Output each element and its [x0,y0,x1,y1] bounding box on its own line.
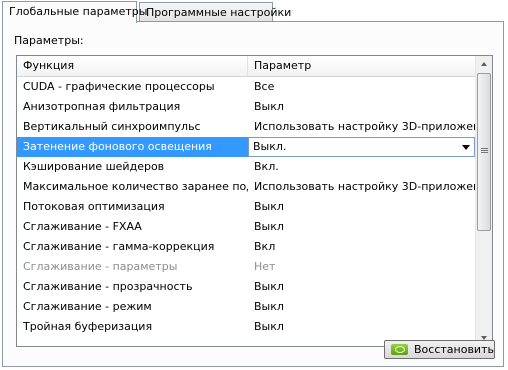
feature-cell: Сглаживание - гамма-коррекция [23,240,215,253]
table-row[interactable]: Максимальное количество заранее под... И… [17,177,475,197]
setting-cell: Выкл [254,200,284,213]
scroll-up-button[interactable] [476,56,492,73]
setting-cell: Выкл [254,100,284,113]
setting-cell: Все [254,80,275,93]
setting-cell: Вкл. [254,160,279,173]
feature-cell: Анизотропная фильтрация [23,100,181,113]
table-row[interactable]: Сглаживание - прозрачность Выкл [17,277,475,297]
setting-cell: Выкл [254,320,284,333]
table-header: Функция Параметр [17,56,475,77]
setting-cell: Выкл [254,220,284,233]
tab-global-settings[interactable]: Глобальные параметры [2,1,147,23]
feature-cell: Максимальное количество заранее под... [23,180,248,193]
feature-cell: Затенение фонового освещения [17,137,248,157]
restore-button[interactable]: Восстановить [384,340,495,359]
params-label: Параметры: [14,34,84,47]
table-row[interactable]: Сглаживание - режим Выкл [17,297,475,317]
setting-dropdown[interactable]: Выкл. [248,137,475,157]
feature-cell: Сглаживание - параметры [23,260,178,273]
setting-cell: Выкл [254,280,284,293]
setting-cell: Использовать настройку 3D-приложения [254,120,475,133]
nvidia-icon [391,344,408,355]
feature-cell: CUDA - графические процессоры [23,80,215,93]
table-row[interactable]: CUDA - графические процессоры Все [17,77,475,97]
feature-cell: Сглаживание - режим [23,300,152,313]
dropdown-arrow-icon[interactable] [462,145,470,150]
tab-program-settings-label: Программные настройки [146,6,292,19]
feature-cell: Вертикальный синхроимпульс [23,120,201,133]
tab-global-settings-label: Глобальные параметры [9,5,148,18]
setting-cell: Выкл [254,300,284,313]
feature-cell: Кэширование шейдеров [23,160,165,173]
table-row[interactable]: Потоковая оптимизация Выкл [17,197,475,217]
column-header-setting[interactable]: Параметр [248,56,475,76]
table-row[interactable]: Анизотропная фильтрация Выкл [17,97,475,117]
settings-table: Функция Параметр CUDA - графические проц… [16,55,493,347]
feature-cell: Потоковая оптимизация [23,200,165,213]
scrollbar-thumb[interactable] [477,73,491,231]
settings-panel: Параметры: Функция Параметр CUDA - графи… [2,21,504,367]
table-row[interactable]: Кэширование шейдеров Вкл. [17,157,475,177]
setting-cell: Вкл [254,240,276,253]
column-header-feature[interactable]: Функция [17,56,248,76]
table-row[interactable]: Сглаживание - гамма-коррекция Вкл [17,237,475,257]
table-row-disabled: Сглаживание - параметры Нет [17,257,475,277]
feature-cell: Сглаживание - прозрачность [23,280,193,293]
setting-cell: Нет [254,260,276,273]
setting-dropdown-value: Выкл. [253,140,287,153]
vertical-scrollbar[interactable] [475,56,492,346]
grip-icon [481,148,488,154]
table-row[interactable]: Тройная буферизация Выкл [17,317,475,337]
setting-cell: Использовать настройку 3D-приложения [254,180,475,193]
feature-cell: Тройная буферизация [23,320,153,333]
feature-cell: Сглаживание - FXAA [23,220,142,233]
arrow-up-icon [481,62,487,66]
table-row-selected[interactable]: Затенение фонового освещения Выкл. [17,137,475,157]
table-row[interactable]: Сглаживание - FXAA Выкл [17,217,475,237]
table-row[interactable]: Вертикальный синхроимпульс Использовать … [17,117,475,137]
restore-button-label: Восстановить [414,343,494,356]
tab-program-settings[interactable]: Программные настройки [139,2,291,21]
